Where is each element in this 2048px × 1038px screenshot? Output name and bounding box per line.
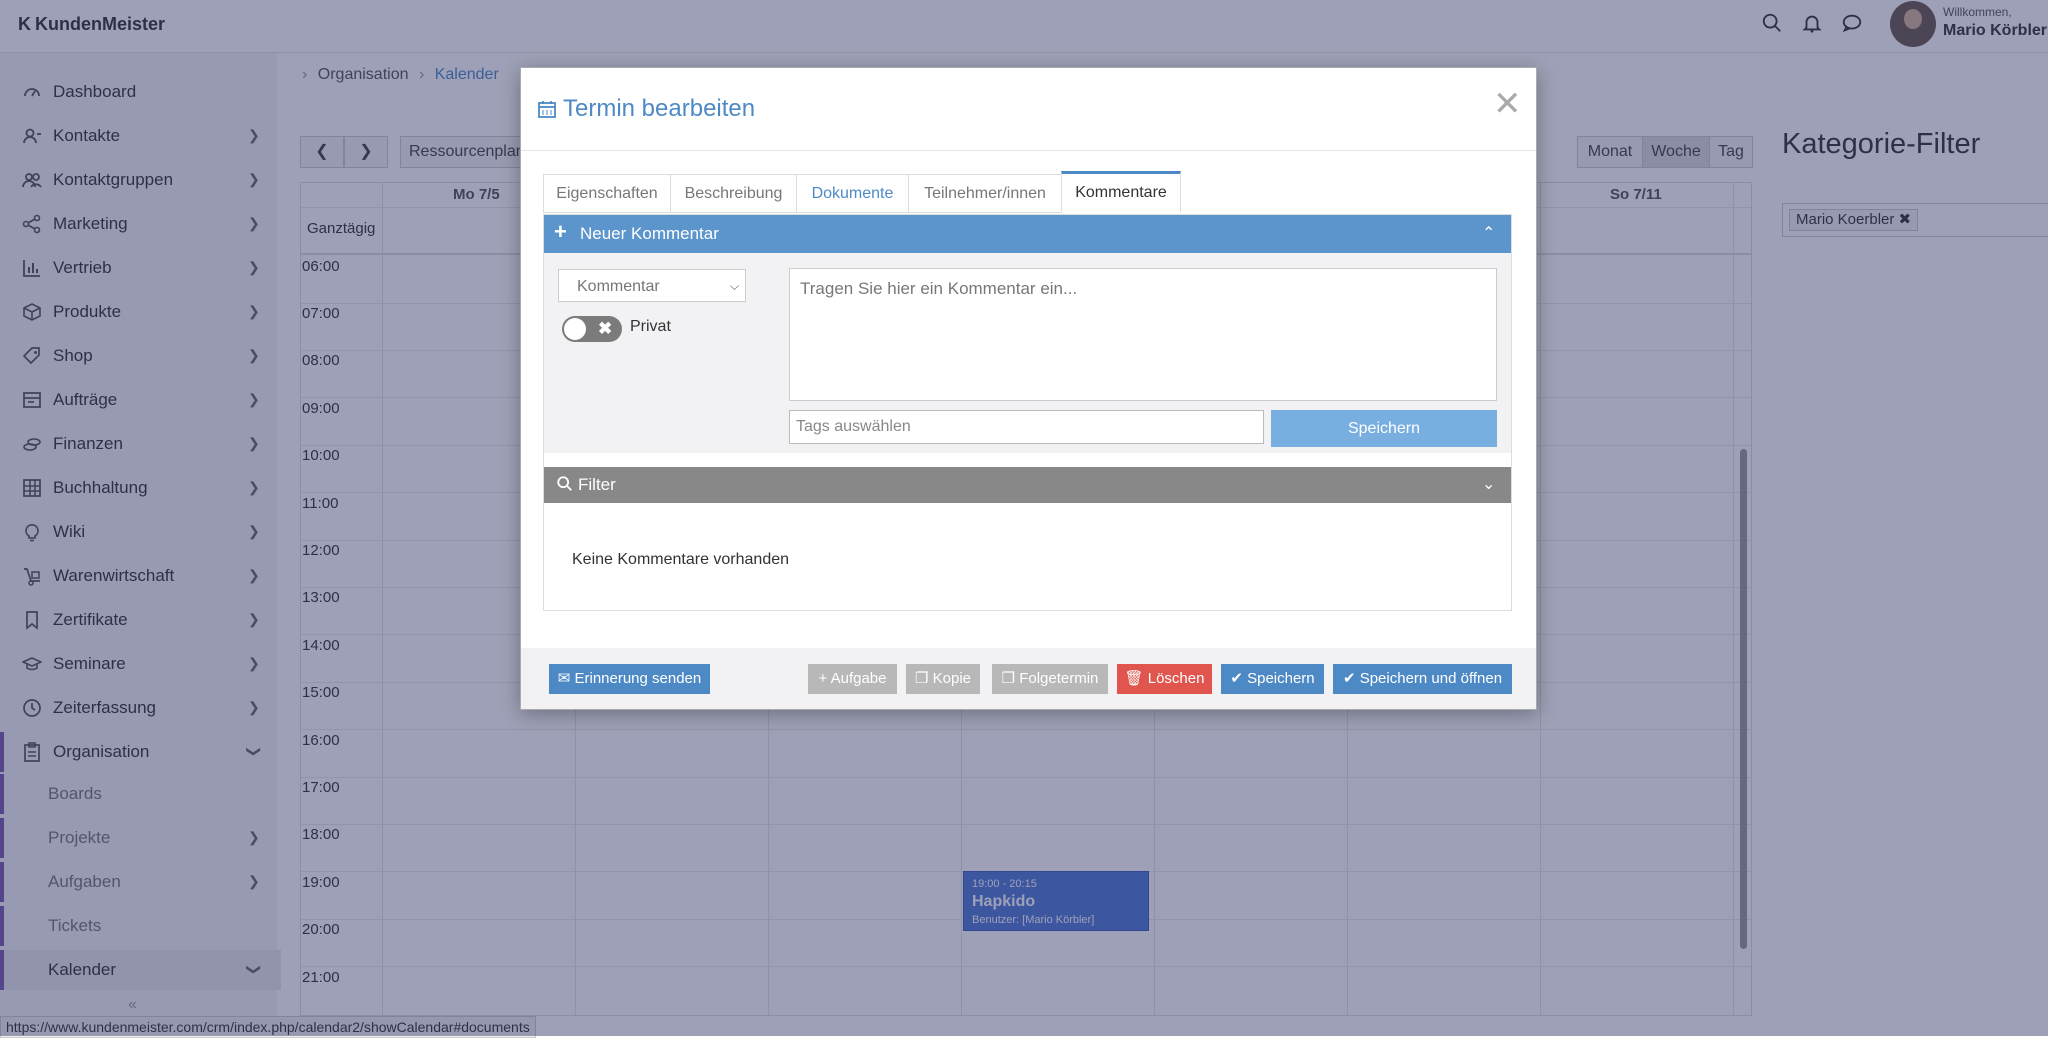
- modal-footer: ✉ Erinnerung senden + Aufgabe ❐ Kopie ❐ …: [521, 648, 1536, 709]
- chevron-up-icon: ⌃: [1482, 225, 1496, 242]
- tab-dokumente[interactable]: Dokumente: [796, 174, 909, 213]
- close-icon[interactable]: ✕: [1493, 87, 1522, 121]
- plus-icon: +: [818, 670, 828, 687]
- send-reminder-button[interactable]: ✉ Erinnerung senden: [549, 664, 710, 694]
- calendar-icon: [537, 99, 557, 119]
- edit-appointment-modal: Termin bearbeiten ✕ Eigenschaften Beschr…: [520, 67, 1537, 710]
- save-comment-button[interactable]: Speichern: [1271, 410, 1497, 447]
- tab-eigenschaften[interactable]: Eigenschaften: [543, 174, 671, 213]
- close-icon: ✖: [598, 319, 613, 338]
- trash-icon: 🗑: [1124, 670, 1144, 687]
- copy-icon: ❐: [1001, 670, 1016, 687]
- save-button[interactable]: ✔ Speichern: [1221, 664, 1324, 694]
- comments-panel: + Neuer Kommentar ⌃ Kommentar ⌵ ✖ Privat …: [543, 214, 1512, 611]
- delete-button[interactable]: 🗑 Löschen: [1117, 664, 1212, 694]
- check-icon: ✔: [1342, 670, 1356, 687]
- private-label: Privat: [630, 318, 671, 335]
- tags-input[interactable]: Tags auswählen: [789, 410, 1264, 444]
- chevron-down-icon: ⌵: [729, 279, 739, 293]
- filter-header[interactable]: Filter ⌄: [544, 467, 1511, 503]
- copy-icon: ❐: [915, 670, 929, 687]
- envelope-icon: ✉: [557, 670, 571, 687]
- comment-type-value: Kommentar: [577, 278, 660, 295]
- empty-comments-text: Keine Kommentare vorhanden: [572, 551, 790, 568]
- comment-type-select[interactable]: Kommentar ⌵: [558, 269, 746, 302]
- plus-icon: +: [554, 219, 567, 244]
- tab-teilnehmer[interactable]: Teilnehmer/innen: [908, 174, 1062, 213]
- tab-beschreibung[interactable]: Beschreibung: [670, 174, 797, 213]
- followup-label: Folgetermin: [1019, 670, 1099, 687]
- modal-title: Termin bearbeiten: [563, 95, 756, 122]
- tab-kommentare[interactable]: Kommentare: [1061, 171, 1181, 212]
- send-reminder-label: Erinnerung senden: [574, 670, 702, 687]
- new-comment-header[interactable]: + Neuer Kommentar ⌃: [544, 215, 1511, 253]
- toggle-knob: [564, 318, 586, 340]
- delete-label: Löschen: [1147, 670, 1205, 687]
- comment-textarea[interactable]: Tragen Sie hier ein Kommentar ein...: [789, 268, 1497, 401]
- save-and-open-button[interactable]: ✔ Speichern und öffnen: [1333, 664, 1512, 694]
- save-and-open-label: Speichern und öffnen: [1359, 670, 1503, 687]
- followup-button[interactable]: ❐ Folgetermin: [992, 664, 1108, 694]
- search-icon: [556, 475, 574, 493]
- save-label: Speichern: [1247, 670, 1315, 687]
- copy-button[interactable]: ❐ Kopie: [906, 664, 980, 694]
- check-icon: ✔: [1230, 670, 1243, 687]
- task-label: Aufgabe: [830, 670, 887, 687]
- copy-label: Kopie: [932, 670, 971, 687]
- new-comment-label: Neuer Kommentar: [580, 224, 719, 243]
- filter-label: Filter: [578, 475, 616, 494]
- chevron-down-icon: ⌄: [1482, 476, 1496, 493]
- modal-header: Termin bearbeiten ✕: [521, 68, 1536, 151]
- private-toggle[interactable]: ✖: [562, 316, 622, 342]
- new-comment-form: Kommentar ⌵ ✖ Privat Tragen Sie hier ein …: [544, 253, 1511, 453]
- task-button[interactable]: + Aufgabe: [808, 664, 897, 694]
